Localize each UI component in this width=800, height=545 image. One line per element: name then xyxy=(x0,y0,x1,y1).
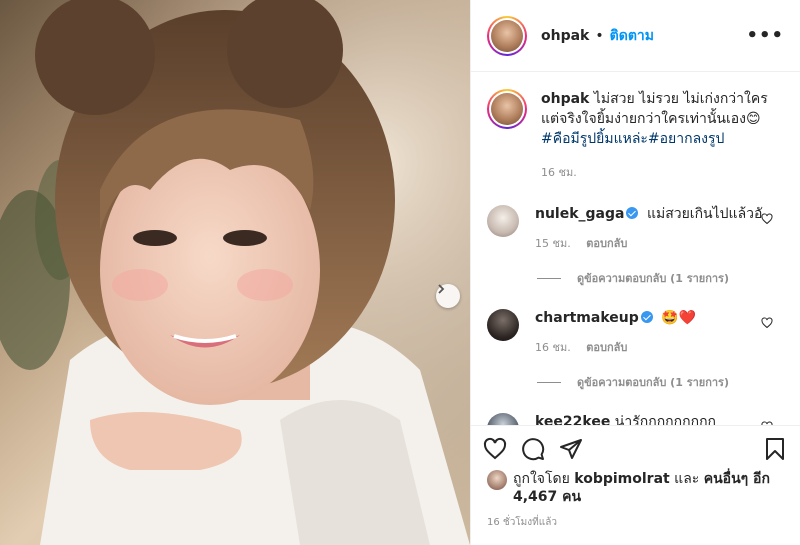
caption-time: 16 ชม. xyxy=(541,166,577,179)
comment-button[interactable] xyxy=(521,437,545,461)
commenter-avatar[interactable] xyxy=(487,413,519,425)
heart-icon xyxy=(483,437,507,459)
comment-item: kee22kee น่ารักกกกกกกกก xyxy=(487,413,785,425)
comment-username[interactable]: chartmakeup xyxy=(535,310,639,326)
comment-text: น่ารักกกกกกกกก xyxy=(614,414,717,425)
like-comment-icon[interactable] xyxy=(761,213,773,225)
post-panel: ohpak • ติดตาม ••• ohpak ไม่สวย ไม่รวย ไ… xyxy=(470,0,800,545)
commenter-avatar[interactable] xyxy=(487,205,519,237)
liker-avatar[interactable] xyxy=(487,470,507,490)
view-replies-label: ดูข้อความตอบกลับ (1 รายการ) xyxy=(577,376,729,389)
chevron-right-icon xyxy=(438,284,445,294)
reply-button[interactable]: ตอบกลับ xyxy=(586,237,627,250)
portrait-illustration xyxy=(0,0,470,545)
caption: ohpak ไม่สวย ไม่รวย ไม่เก่งกว่าใครแต่จริ… xyxy=(487,89,785,183)
liker-username[interactable]: kobpimolrat xyxy=(574,471,669,487)
share-button[interactable] xyxy=(559,437,583,461)
likes-summary: ถูกใจโดย kobpimolrat และ คนอื่นๆ อีก 4,4… xyxy=(487,470,787,506)
like-button[interactable] xyxy=(483,437,507,461)
separator-dot: • xyxy=(595,27,604,44)
verified-badge-icon xyxy=(640,311,653,323)
view-replies-label: ดูข้อความตอบกลับ (1 รายการ) xyxy=(577,272,729,285)
post-header: ohpak • ติดตาม ••• xyxy=(471,0,800,72)
action-bar xyxy=(471,425,800,471)
post-photo xyxy=(0,0,470,545)
view-replies-button[interactable]: ดูข้อความตอบกลับ (1 รายการ) xyxy=(537,373,785,391)
bookmark-icon xyxy=(766,437,784,460)
comment-icon xyxy=(522,437,545,460)
save-button[interactable] xyxy=(763,437,787,461)
reply-button[interactable]: ตอบกลับ xyxy=(586,341,627,354)
commenter-avatar[interactable] xyxy=(487,309,519,341)
comment-username[interactable]: nulek_gaga xyxy=(535,206,624,222)
comment-text: 🤩❤️ xyxy=(661,310,697,326)
caption-avatar[interactable] xyxy=(487,89,527,129)
comment-text: แม่สวยเกินไปแล้วอั xyxy=(646,206,763,222)
caption-username[interactable]: ohpak xyxy=(541,91,589,107)
verified-badge-icon xyxy=(626,207,639,219)
author-avatar[interactable] xyxy=(487,15,527,56)
likes-prefix: ถูกใจโดย xyxy=(513,471,570,487)
paper-plane-icon xyxy=(560,438,582,459)
comments-list[interactable]: ohpak ไม่สวย ไม่รวย ไม่เก่งกว่าใครแต่จริ… xyxy=(471,73,800,425)
like-comment-icon[interactable] xyxy=(761,317,773,329)
post-timestamp[interactable]: 16 ชั่วโมงที่แล้ว xyxy=(487,515,557,530)
view-replies-button[interactable]: ดูข้อความตอบกลับ (1 รายการ) xyxy=(537,269,785,287)
comment-time: 16 ชม. xyxy=(535,341,571,354)
more-options-icon[interactable]: ••• xyxy=(746,25,784,46)
caption-hashtags[interactable]: #คือมีรูปยิ้มแหล่ะ#อยากลงรูป xyxy=(541,131,724,147)
likes-conj: และ xyxy=(674,471,700,487)
follow-button[interactable]: ติดตาม xyxy=(610,25,654,47)
next-photo-button[interactable] xyxy=(436,284,460,308)
comment-item: chartmakeup 🤩❤️ 16 ชม. ตอบกลับ xyxy=(487,309,785,357)
comment-time: 15 ชม. xyxy=(535,237,571,250)
comment-item: nulek_gaga แม่สวยเกินไปแล้วอั 15 ชม. ตอบ… xyxy=(487,205,785,253)
comment-username[interactable]: kee22kee xyxy=(535,414,610,425)
author-username[interactable]: ohpak xyxy=(541,28,589,44)
